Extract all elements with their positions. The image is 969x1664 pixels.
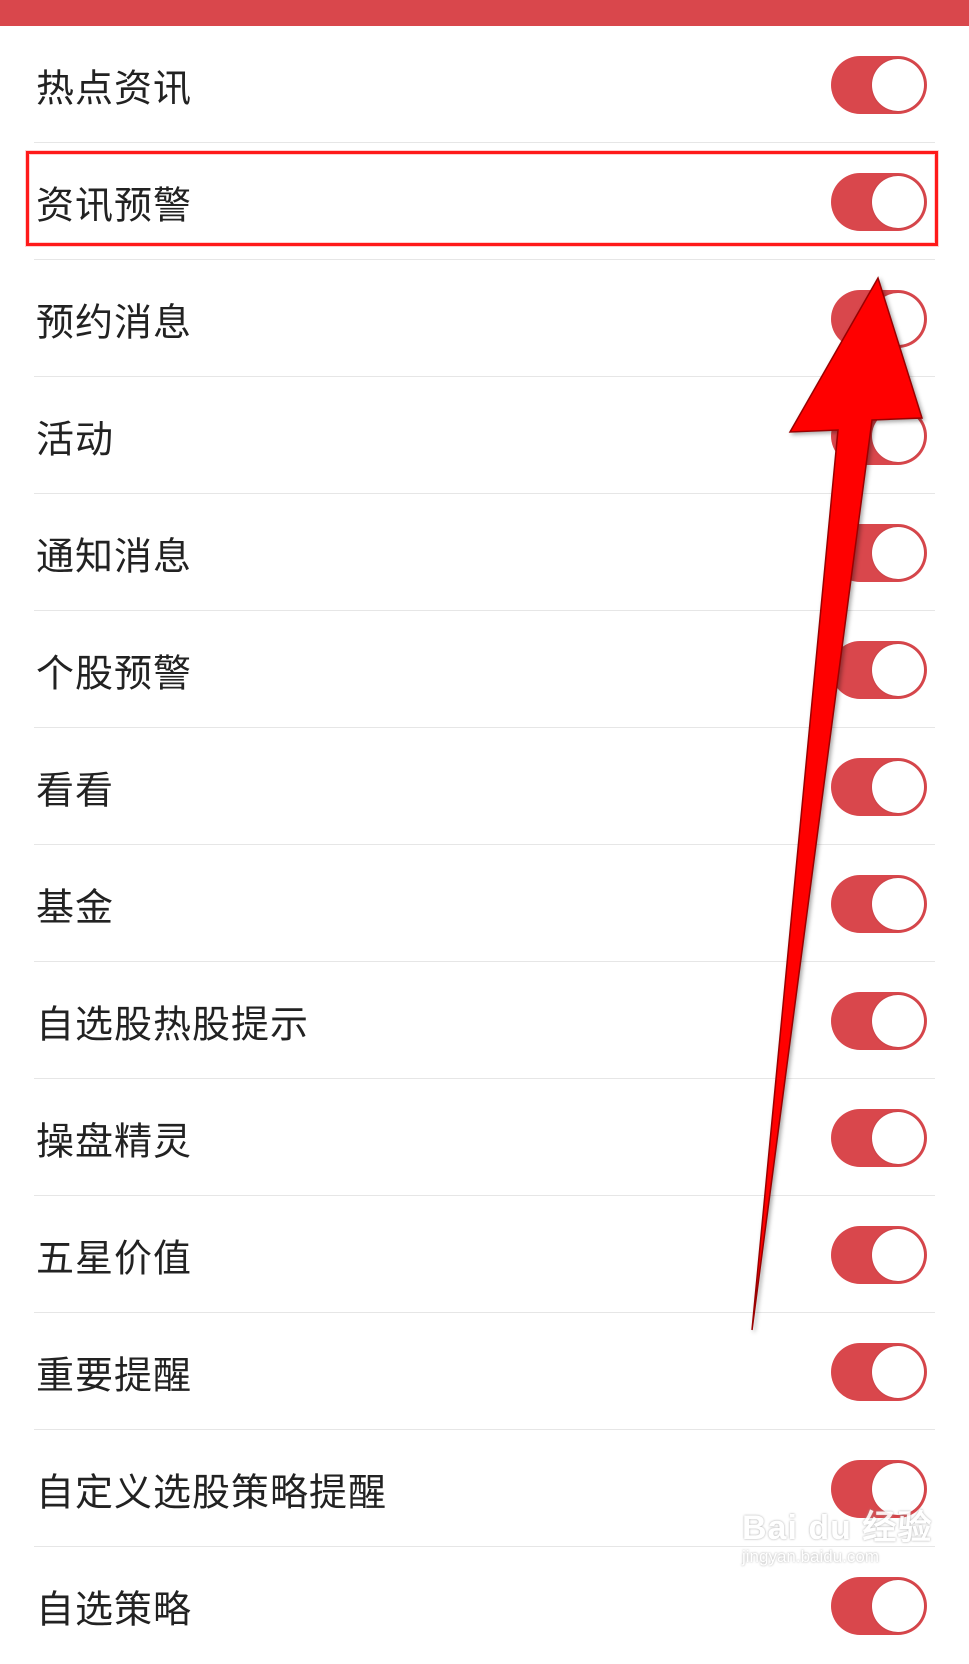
toggle-switch-on[interactable] xyxy=(831,874,927,933)
settings-row-stock-alert: 个股预警 xyxy=(0,611,969,728)
setting-label: 个股预警 xyxy=(36,651,193,695)
settings-row-appointment-messages: 预约消息 xyxy=(0,260,969,377)
toggle-switch-on[interactable] xyxy=(831,1576,927,1635)
watermark-site: jingyan.baidu.com xyxy=(742,1547,880,1566)
setting-label: 重要提醒 xyxy=(36,1353,193,1397)
settings-row-kankan: 看看 xyxy=(0,728,969,845)
setting-label: 热点资讯 xyxy=(36,66,193,110)
toggle-switch-on[interactable] xyxy=(831,1108,927,1167)
setting-label: 预约消息 xyxy=(36,300,193,344)
toggle-knob xyxy=(872,994,924,1047)
toggle-switch-on[interactable] xyxy=(831,640,927,699)
toggle-knob xyxy=(872,1345,924,1398)
toggle-knob xyxy=(872,292,924,345)
settings-row-hot-news: 热点资讯 xyxy=(0,26,969,143)
settings-row-important-reminders: 重要提醒 xyxy=(0,1313,969,1430)
toggle-knob xyxy=(872,409,924,462)
settings-row-trading-assistant: 操盘精灵 xyxy=(0,1079,969,1196)
toggle-knob xyxy=(872,1228,924,1281)
toggle-switch-on[interactable] xyxy=(831,757,927,816)
settings-row-five-star-value: 五星价值 xyxy=(0,1196,969,1313)
toggle-knob xyxy=(872,643,924,696)
settings-row-news-alert: 资讯预警 xyxy=(0,143,969,260)
setting-label: 自定义选股策略提醒 xyxy=(36,1470,388,1514)
toggle-switch-on[interactable] xyxy=(831,991,927,1050)
setting-label: 资讯预警 xyxy=(36,183,193,227)
toggle-knob xyxy=(872,877,924,930)
watermark-brand: Bai du 经验 xyxy=(742,1509,933,1547)
settings-row-notifications: 通知消息 xyxy=(0,494,969,611)
notification-settings-list: 热点资讯 资讯预警 预约消息 活动 通知消息 个股预警 看看 基金 自选股热股提 xyxy=(0,26,969,1664)
toggle-switch-on[interactable] xyxy=(831,1225,927,1284)
toggle-switch-on[interactable] xyxy=(831,172,927,231)
toggle-switch-on[interactable] xyxy=(831,1342,927,1401)
toggle-switch-on[interactable] xyxy=(831,55,927,114)
toggle-knob xyxy=(872,1111,924,1164)
toggle-knob xyxy=(872,175,924,228)
toggle-switch-on[interactable] xyxy=(831,523,927,582)
toggle-knob xyxy=(872,526,924,579)
setting-label: 自选策略 xyxy=(36,1587,193,1631)
setting-label: 通知消息 xyxy=(36,534,193,578)
baidu-jingyan-watermark: Bai du 经验 jingyan.baidu.com xyxy=(742,1500,932,1567)
settings-row-watchlist-hot-stocks: 自选股热股提示 xyxy=(0,962,969,1079)
setting-label: 活动 xyxy=(36,417,115,461)
setting-label: 操盘精灵 xyxy=(36,1119,193,1163)
toggle-knob xyxy=(872,760,924,813)
toggle-knob xyxy=(872,58,924,111)
setting-label: 基金 xyxy=(36,885,115,929)
setting-label: 看看 xyxy=(36,768,115,812)
toggle-switch-on[interactable] xyxy=(831,406,927,465)
settings-row-activities: 活动 xyxy=(0,377,969,494)
top-app-bar xyxy=(0,0,969,26)
toggle-switch-on[interactable] xyxy=(831,289,927,348)
toggle-knob xyxy=(872,1579,924,1632)
settings-row-funds: 基金 xyxy=(0,845,969,962)
setting-label: 自选股热股提示 xyxy=(36,1002,310,1046)
setting-label: 五星价值 xyxy=(36,1236,193,1280)
